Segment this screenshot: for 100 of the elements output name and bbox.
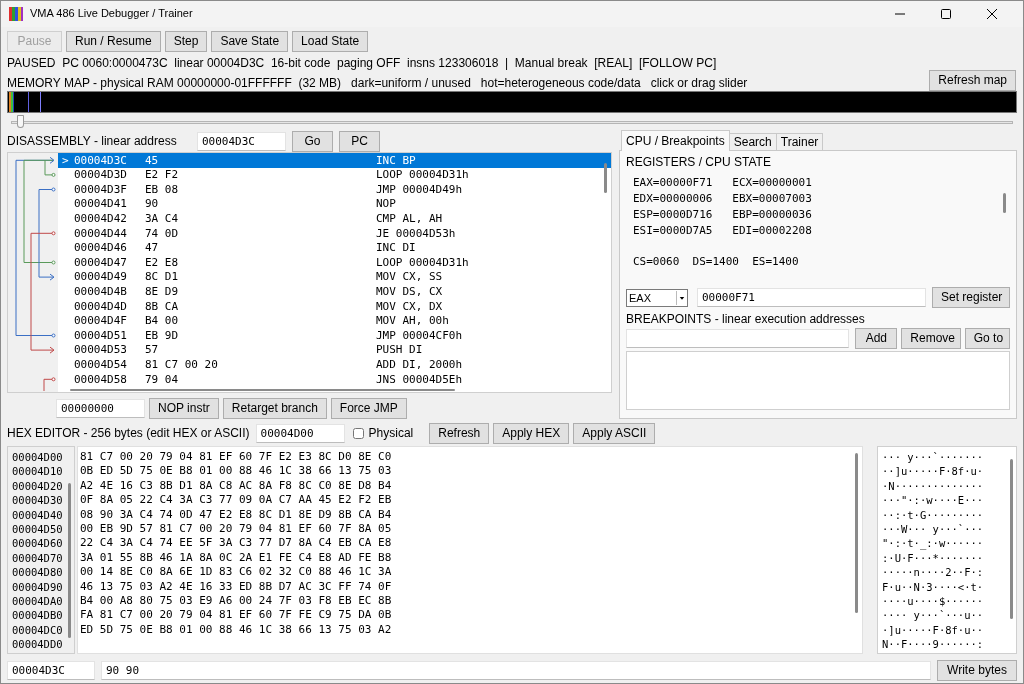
disassembly-row[interactable]: 00004D46 47 INC DI <box>58 240 611 256</box>
register-value-field[interactable]: 00000F71 <box>697 288 926 308</box>
hex-bytes[interactable]: FA 81 C7 00 20 79 04 81 EF 60 7F FE C9 75 DA 0B <box>80 608 862 623</box>
toolbar-button[interactable]: Load State <box>292 31 369 52</box>
disassembly-row[interactable]: 00004D49 8C D1 MOV CX, SS <box>58 269 611 285</box>
disassembly-row[interactable]: 00004D58 79 04 JNS 00004D5Eh <box>58 371 611 387</box>
instruction-address: 00004D58 <box>74 372 128 386</box>
hex-editor-label: HEX EDITOR - 256 bytes (edit HEX or ASCII) <box>7 425 250 441</box>
maximize-icon[interactable] <box>941 9 951 19</box>
ascii-line[interactable]: ····u····$······ <box>882 593 1016 609</box>
disassembly-row[interactable]: 00004D4D 8B CA MOV CX, DX <box>58 298 611 314</box>
patch-button[interactable]: Force JMP <box>330 398 407 419</box>
hex-bytes[interactable]: A2 4E 16 C3 8B D1 8A C8 AC 8A F8 8C C0 8E D8 B4 <box>80 478 862 494</box>
ascii-line[interactable]: N··F····9······: <box>882 637 1016 652</box>
disassembly-row[interactable]: 00004D42 3A C4 CMP AL, AH <box>58 211 611 226</box>
scrollbar-thumb[interactable] <box>604 163 607 193</box>
disassembly-row[interactable]: 00004D51 EB 9D JMP 00004CF0h <box>58 328 611 343</box>
row-address: 00004DB0 <box>12 608 64 623</box>
patch-button[interactable]: NOP instr <box>149 398 219 419</box>
address-field[interactable]: 00000000 <box>56 399 145 418</box>
toolbar-button[interactable]: Step <box>164 31 208 52</box>
refresh-map-button[interactable]: Refresh map <box>929 70 1016 91</box>
disassembly-row[interactable]: 00004D3D E2 F2 LOOP 00004D31h <box>58 167 611 183</box>
breakpoint-field[interactable] <box>626 328 850 348</box>
hex-button[interactable]: Apply HEX <box>493 422 570 444</box>
hex-bytes[interactable]: 3A 01 55 8B 46 1A 8A 0C 2A E1 FE C4 E8 AD FE B8 <box>80 550 862 566</box>
disassembly-label: DISASSEMBLY - linear address <box>7 133 178 149</box>
memory-map[interactable] <box>7 91 1017 113</box>
address-field[interactable]: 00004D3C <box>7 661 95 680</box>
hex-bytes[interactable]: 00 EB 9D 57 81 C7 00 20 79 04 81 EF 60 7F 8A 05 <box>80 521 862 537</box>
physical-checkbox[interactable] <box>352 427 364 439</box>
ascii-line[interactable]: ··· y···`······· <box>882 450 1016 465</box>
caret-icon <box>676 290 687 305</box>
ascii-line[interactable]: ··:·t·G········· <box>882 507 1016 522</box>
ascii-line[interactable]: ··]u·····F·8f·u· <box>882 464 1016 479</box>
scrollbar-thumb[interactable] <box>70 389 455 391</box>
scrollbar-thumb[interactable] <box>68 483 71 638</box>
ascii-line[interactable]: F·u··N·3····<·t· <box>882 579 1016 594</box>
instruction-text: MOV AH, 00h <box>376 314 449 328</box>
ascii-line[interactable]: ·]u·····F·8f·u·· <box>882 622 1016 638</box>
hex-bytes[interactable]: 00 14 8E C0 8A 6E 1D 83 C6 02 32 C0 88 46 1C 3A <box>80 565 862 580</box>
toolbar-button[interactable]: Run / Resume <box>66 31 161 52</box>
instruction-address: 00004D51 <box>74 328 128 342</box>
go-button[interactable]: Go <box>292 130 333 152</box>
tab[interactable]: CPU / Breakpoints <box>621 130 730 151</box>
checkbox-label[interactable]: Physical <box>368 425 414 441</box>
breakpoint-button[interactable]: Remove <box>901 327 961 349</box>
ascii-line[interactable]: ···"·:·w····E··· <box>882 493 1016 508</box>
close-icon[interactable] <box>987 9 997 19</box>
patch-button[interactable]: Retarget branch <box>222 398 327 419</box>
ascii-line[interactable]: "·:·t·_:·w······ <box>882 536 1016 551</box>
disassembly-row[interactable]: 00004D4F B4 00 MOV AH, 00h <box>58 313 611 329</box>
hex-bytes[interactable]: 22 C4 3A C4 74 EE 5F 3A C3 77 D7 8A C4 EB CA E8 <box>80 536 862 551</box>
write-bytes-button[interactable]: Write bytes <box>937 660 1017 681</box>
hex-bytes[interactable]: ED 5D 75 0E B8 01 00 88 46 1C 38 66 13 75 03 A2 <box>80 622 862 638</box>
hex-button[interactable]: Apply ASCII <box>573 422 656 444</box>
breakpoint-button[interactable]: Add <box>855 327 898 349</box>
disassembly-row[interactable]: 00004D4B 8E D9 MOV DS, CX <box>58 284 611 299</box>
breakpoint-button[interactable]: Go to <box>964 327 1010 349</box>
hex-bytes[interactable]: 0B ED 5D 75 0E B8 01 00 88 46 1C 38 66 13 75 03 <box>80 464 862 479</box>
tab[interactable]: Trainer <box>775 133 824 151</box>
ascii-line[interactable]: :·U·F···*······· <box>882 550 1016 566</box>
row-address: 00004D50 <box>12 521 64 537</box>
disassembly-row[interactable]: 00004D41 90 NOP <box>58 196 611 212</box>
disassembly-row[interactable]: 00004D3F EB 08 JMP 00004D49h <box>58 182 611 197</box>
breakpoint-list[interactable] <box>626 350 1010 410</box>
toolbar-button[interactable]: Save State <box>211 31 289 52</box>
disassembly-row[interactable]: 00004D54 81 C7 00 20 ADD DI, 2000h <box>58 357 611 372</box>
status-text: PAUSED PC 0060:0000473C linear 00004D3C 16-bit code paging OFF insns 123306018 | Manual break [REAL] [FOLLOW PC] <box>7 56 718 71</box>
address-field[interactable]: 00004D3C <box>197 131 286 151</box>
scrollbar-thumb[interactable] <box>1010 459 1013 619</box>
pc-button[interactable]: PC <box>339 130 380 152</box>
slider-track[interactable] <box>11 121 1013 124</box>
register-dropdown[interactable]: EAX <box>626 288 688 307</box>
instruction-address: 00004D41 <box>74 197 128 211</box>
slider-thumb[interactable] <box>17 115 24 128</box>
disassembly-row[interactable]: 00004D44 74 0D JE 00004D53h <box>58 225 611 241</box>
ascii-line[interactable]: ···W··· y···`··· <box>882 521 1016 537</box>
hex-bytes[interactable]: 81 C7 00 20 79 04 81 EF 60 7F E2 E3 8C D0 8E C0 <box>80 450 862 465</box>
ascii-line[interactable]: ···· y···`···u·· <box>882 608 1016 623</box>
instruction-text: JE 00004D53h <box>376 226 456 240</box>
ascii-line[interactable]: ·····n····2··F·: <box>882 565 1016 580</box>
hex-bytes[interactable]: 0F 8A 05 22 C4 3A C3 77 09 0A C7 AA 45 E2 F2 EB <box>80 493 862 508</box>
disassembly-row[interactable]: > 00004D3C 45 INC BP <box>58 153 611 168</box>
scrollbar-thumb[interactable] <box>855 453 858 613</box>
scrollbar-thumb[interactable] <box>1003 193 1006 214</box>
hex-bytes[interactable]: 08 90 3A C4 74 0D 47 E2 E8 8C D1 8E D9 8B CA B4 <box>80 507 862 522</box>
hex-bytes[interactable]: 46 13 75 03 A2 4E 16 33 ED 8B D7 AC 3C FF 74 0F <box>80 579 862 594</box>
disassembly-row[interactable]: 00004D53 57 PUSH DI <box>58 342 611 358</box>
bytes-field[interactable]: 90 90 <box>101 661 931 680</box>
instruction-bytes: 45 <box>145 153 160 167</box>
hex-bytes[interactable]: B4 00 A8 80 75 03 E9 A6 00 24 7F 03 F8 EB EC 8B <box>80 593 862 609</box>
set-register-button[interactable]: Set register <box>932 287 1010 309</box>
hex-button[interactable]: Refresh <box>429 422 490 444</box>
address-field[interactable]: 00004D00 <box>255 423 345 443</box>
disassembly-row[interactable]: 00004D47 E2 E8 LOOP 00004D31h <box>58 255 611 270</box>
instruction-address: 00004D53 <box>74 343 128 357</box>
ascii-line[interactable]: ·N·············· <box>882 478 1016 494</box>
instruction-address: 00004D4F <box>74 314 128 328</box>
row-address: 00004D30 <box>12 493 64 508</box>
